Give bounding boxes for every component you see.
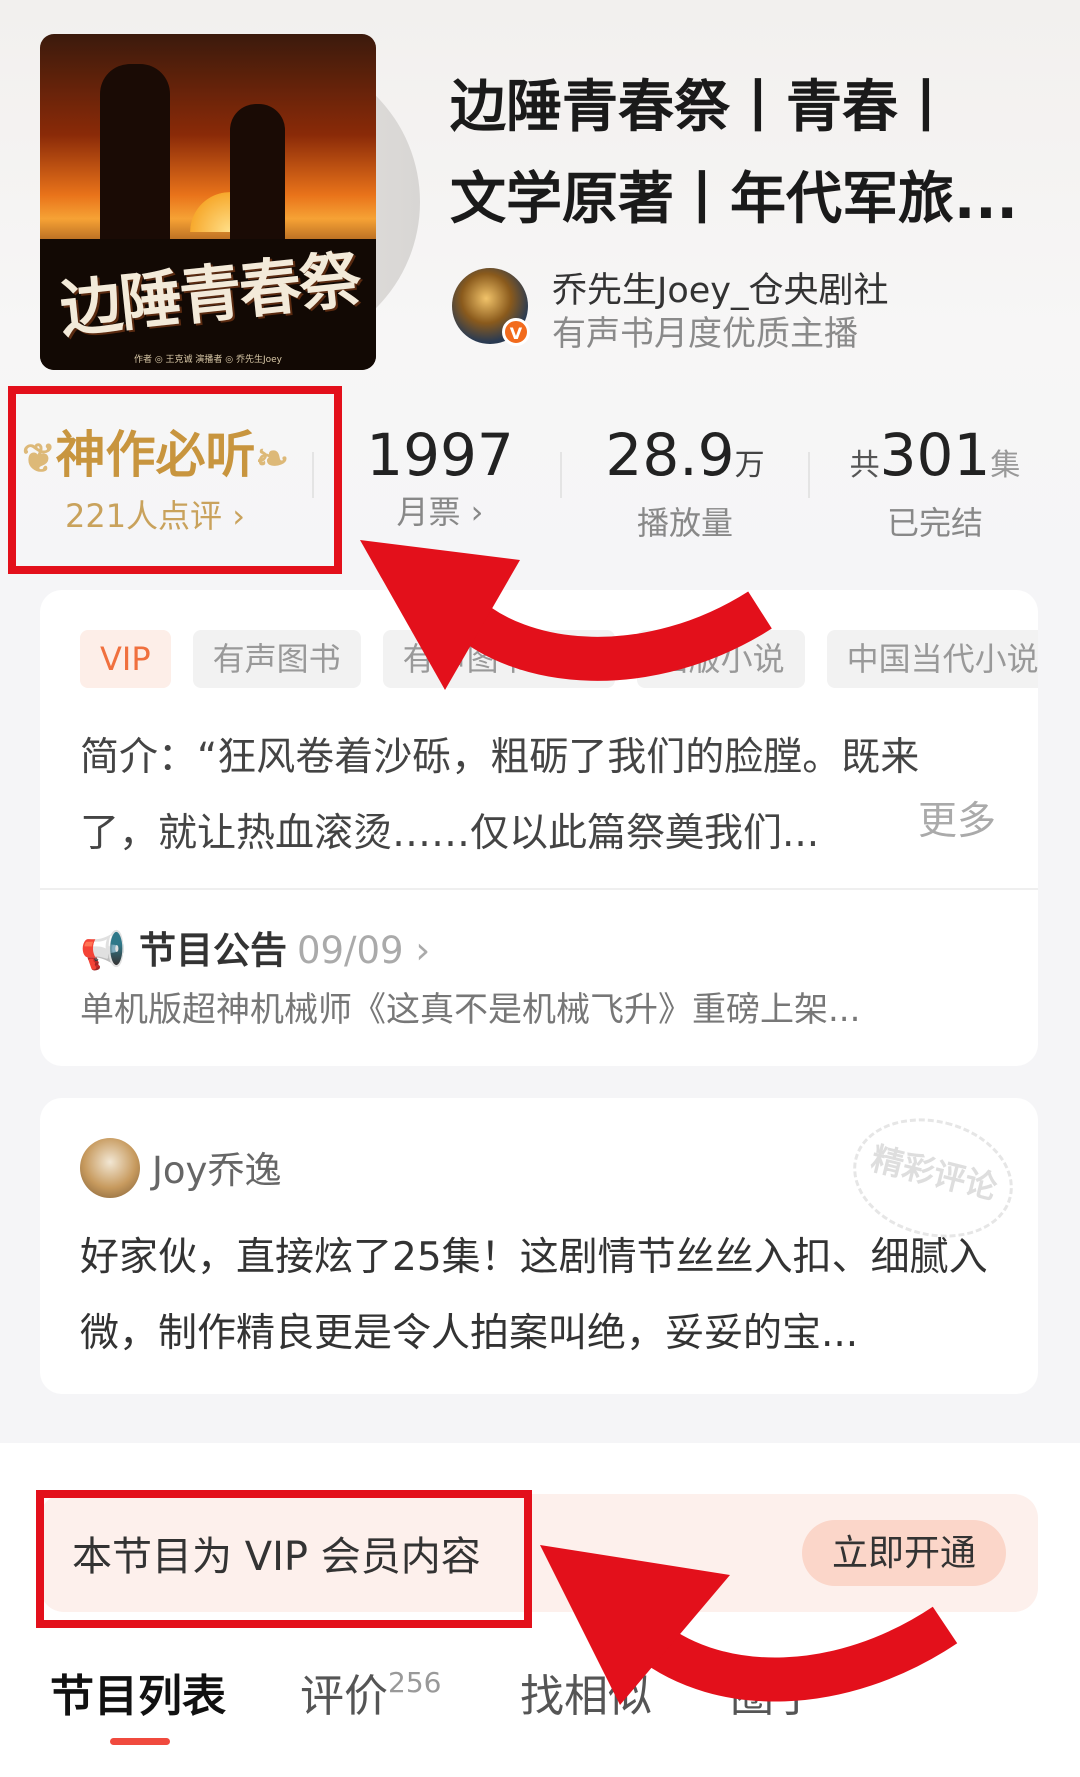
book-title-line: 文学原著丨年代军旅... (450, 167, 1018, 232)
cover-credit: 作者 ◎ 王克诚 演播者 ◎ 乔先生Joey (133, 355, 283, 365)
tab-reviews[interactable]: 评价256 (300, 1660, 441, 1724)
verified-badge-icon: V (502, 318, 530, 346)
stat-divider (560, 452, 562, 498)
more-link[interactable]: 更多 (918, 790, 996, 846)
book-title: 边陲青春祭丨青春丨 文学原著丨年代军旅... (450, 62, 1050, 246)
cover-figure (230, 104, 285, 254)
active-tab-indicator (110, 1738, 170, 1745)
book-cover[interactable]: 边陲青春祭 作者 ◎ 王克诚 演播者 ◎ 乔先生Joey (40, 34, 376, 370)
episodes-status: 已完结 (886, 504, 983, 542)
annotation-box (8, 386, 342, 574)
tag-vip[interactable]: VIP (80, 630, 171, 688)
votes-label: 月票 › (396, 493, 484, 531)
plays-stat: 28.9万 播放量 (575, 420, 795, 545)
annotation-box (36, 1490, 532, 1628)
commenter-name: Joy乔逸 (152, 1149, 282, 1192)
anchor-subtitle: 有声书月度优质主播 (552, 314, 858, 354)
info-card: VIP 有声图书 有声图书另类 出版小说 中国当代小说 简介：“狂风卷着沙砾，粗砺了我们… (40, 590, 1038, 1066)
votes-value: 1997 (366, 421, 514, 489)
megaphone-icon: 📢 (80, 929, 127, 972)
tag-item[interactable]: 有声图书 (192, 630, 361, 688)
tab-episode-list[interactable]: 节目列表 (50, 1660, 226, 1724)
comment-text: 好家伙，直接炫了25集！这剧情节丝丝入扣、细腻入微，制作精良更是令人拍案叫绝，妥… (80, 1235, 988, 1356)
card-divider (40, 888, 1038, 890)
tab-bar: 节目列表 评价256 找相似 圈子 (50, 1660, 1050, 1760)
stat-divider (808, 452, 810, 498)
anchor-avatar[interactable]: V (452, 268, 530, 346)
notice-date: 09/09 › (296, 929, 431, 972)
tag-item[interactable]: 出版小说 (636, 630, 805, 688)
activate-vip-button[interactable]: 立即开通 (801, 1520, 1006, 1586)
episodes-value: 共301集 (849, 421, 1021, 489)
comment-card[interactable]: Joy乔逸 精彩评论 好家伙，直接炫了25集！这剧情节丝丝入扣、细腻入微，制作精… (40, 1098, 1038, 1394)
book-title-line: 边陲青春祭丨青春丨 (450, 75, 954, 140)
intro-text: 简介：“狂风卷着沙砾，粗砺了我们的脸膛。既来了，就让热血滚烫……仅以此篇祭奠我们… (80, 735, 920, 856)
tab-circle[interactable]: 圈子 (730, 1660, 818, 1724)
notice-header[interactable]: 📢 节目公告 09/09 › (80, 920, 430, 974)
episodes-stat: 共301集 已完结 (825, 420, 1045, 545)
tag-list: VIP 有声图书 有声图书另类 出版小说 中国当代小说 (80, 630, 1038, 688)
notice-body[interactable]: 单机版超神机械师《这真不是机械飞升》重磅上架... (80, 982, 860, 1031)
tab-similar[interactable]: 找相似 (520, 1660, 652, 1724)
cover-figure (100, 64, 170, 254)
tag-item[interactable]: 有声图书另类 (382, 630, 615, 688)
tag-item[interactable]: 中国当代小说 (826, 630, 1038, 688)
reviews-count: 256 (388, 1666, 442, 1699)
commenter-avatar (80, 1138, 140, 1198)
plays-label: 播放量 (636, 504, 733, 542)
plays-value: 28.9万 (605, 421, 765, 489)
notice-title: 节目公告 (138, 929, 287, 972)
votes-stat[interactable]: 1997 月票 › (330, 420, 550, 534)
